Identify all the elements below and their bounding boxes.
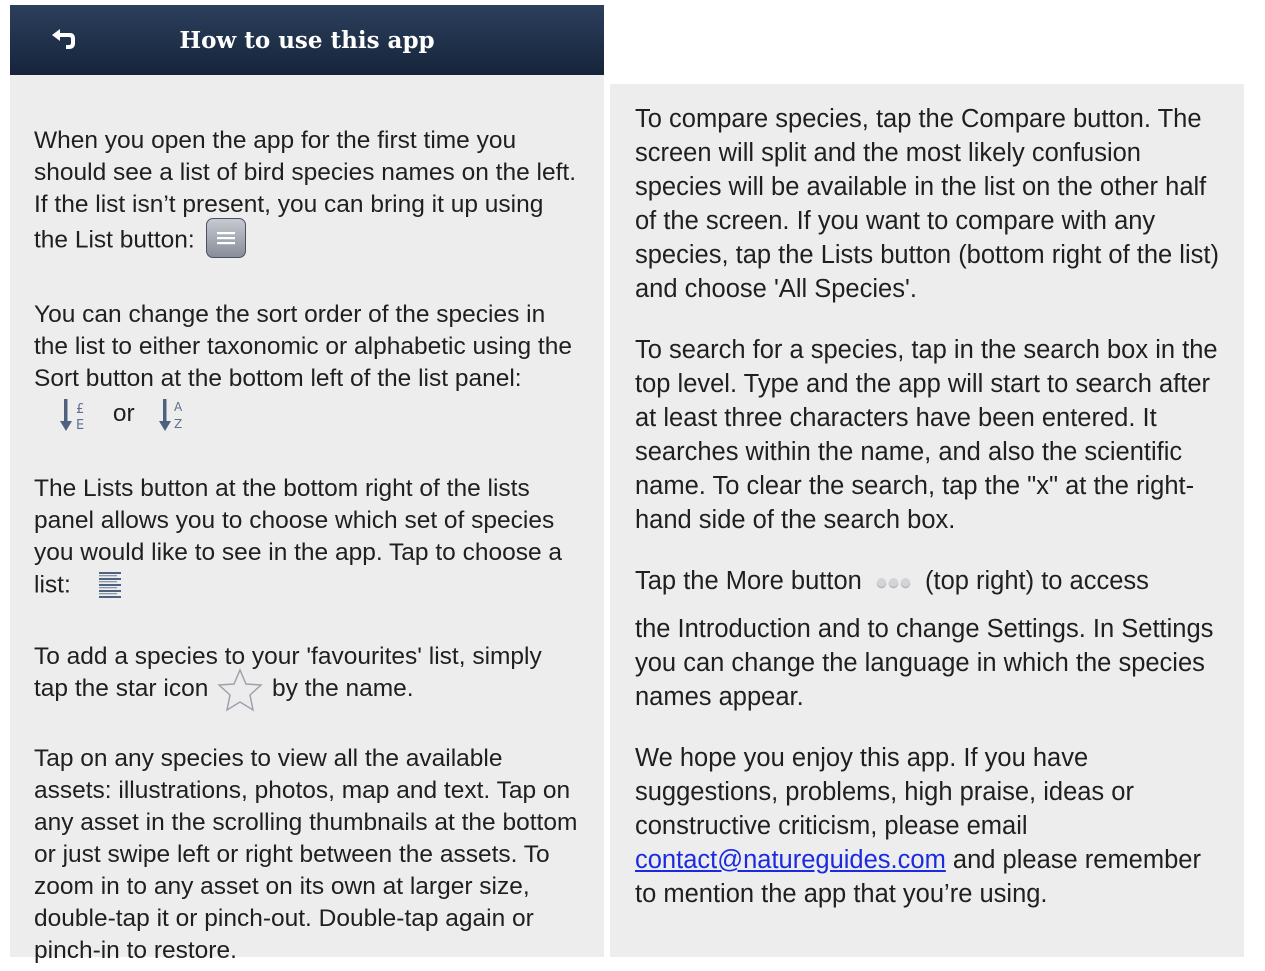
help-paragraph-list-button: When you open the app for the first time… xyxy=(34,125,580,261)
help-paragraph-assets: Tap on any species to view all the avail… xyxy=(34,743,580,967)
svg-text:E: E xyxy=(76,418,84,433)
paragraph-text: To search for a species, tap in the sear… xyxy=(635,336,1218,534)
help-paragraph-sort: You can change the sort order of the spe… xyxy=(34,299,580,435)
help-paragraph-favourites: To add a species to your 'favourites' li… xyxy=(34,641,580,712)
help-paragraph-search: To search for a species, tap in the sear… xyxy=(635,333,1220,537)
list-button-icon xyxy=(205,218,246,258)
svg-text:A: A xyxy=(174,400,183,414)
paragraph-text: You can change the sort order of the spe… xyxy=(34,301,572,392)
sort-taxonomic-icon: £ E xyxy=(60,399,84,433)
sort-alphabetic-icon: A Z xyxy=(159,399,183,431)
paragraph-text: When you open the app for the first time… xyxy=(34,127,577,254)
star-icon xyxy=(217,667,263,712)
paragraph-text: by the name. xyxy=(271,675,414,702)
paragraph-text: To compare species, tap the Compare butt… xyxy=(635,105,1219,303)
paragraph-text: Tap the More button xyxy=(635,567,862,595)
paragraph-text: the Introduction and to change Settings.… xyxy=(635,615,1214,711)
svg-text:£: £ xyxy=(76,402,84,417)
help-paragraph-more: Tap the More button (top right) to acces… xyxy=(635,564,1220,714)
paragraph-text: (top right) to access xyxy=(925,567,1149,595)
or-label: or xyxy=(112,400,135,428)
contact-email-link[interactable]: contact@natureguides.com xyxy=(635,846,946,874)
lists-icon xyxy=(98,572,121,598)
help-paragraph-compare: To compare species, tap the Compare butt… xyxy=(635,102,1220,306)
more-icon xyxy=(876,577,910,587)
left-help-panel: When you open the app for the first time… xyxy=(10,75,604,964)
help-paragraph-contact: We hope you enjoy this app. If you have … xyxy=(635,741,1220,911)
paragraph-text: We hope you enjoy this app. If you have … xyxy=(635,744,1134,840)
navigation-bar: How to use this app xyxy=(10,5,604,75)
help-paragraph-lists: The Lists button at the bottom right of … xyxy=(34,473,580,603)
right-help-panel: To compare species, tap the Compare butt… xyxy=(610,84,1244,957)
paragraph-text: Tap on any species to view all the avail… xyxy=(34,745,578,964)
page-title: How to use this app xyxy=(179,27,435,54)
svg-text:Z: Z xyxy=(174,417,182,431)
